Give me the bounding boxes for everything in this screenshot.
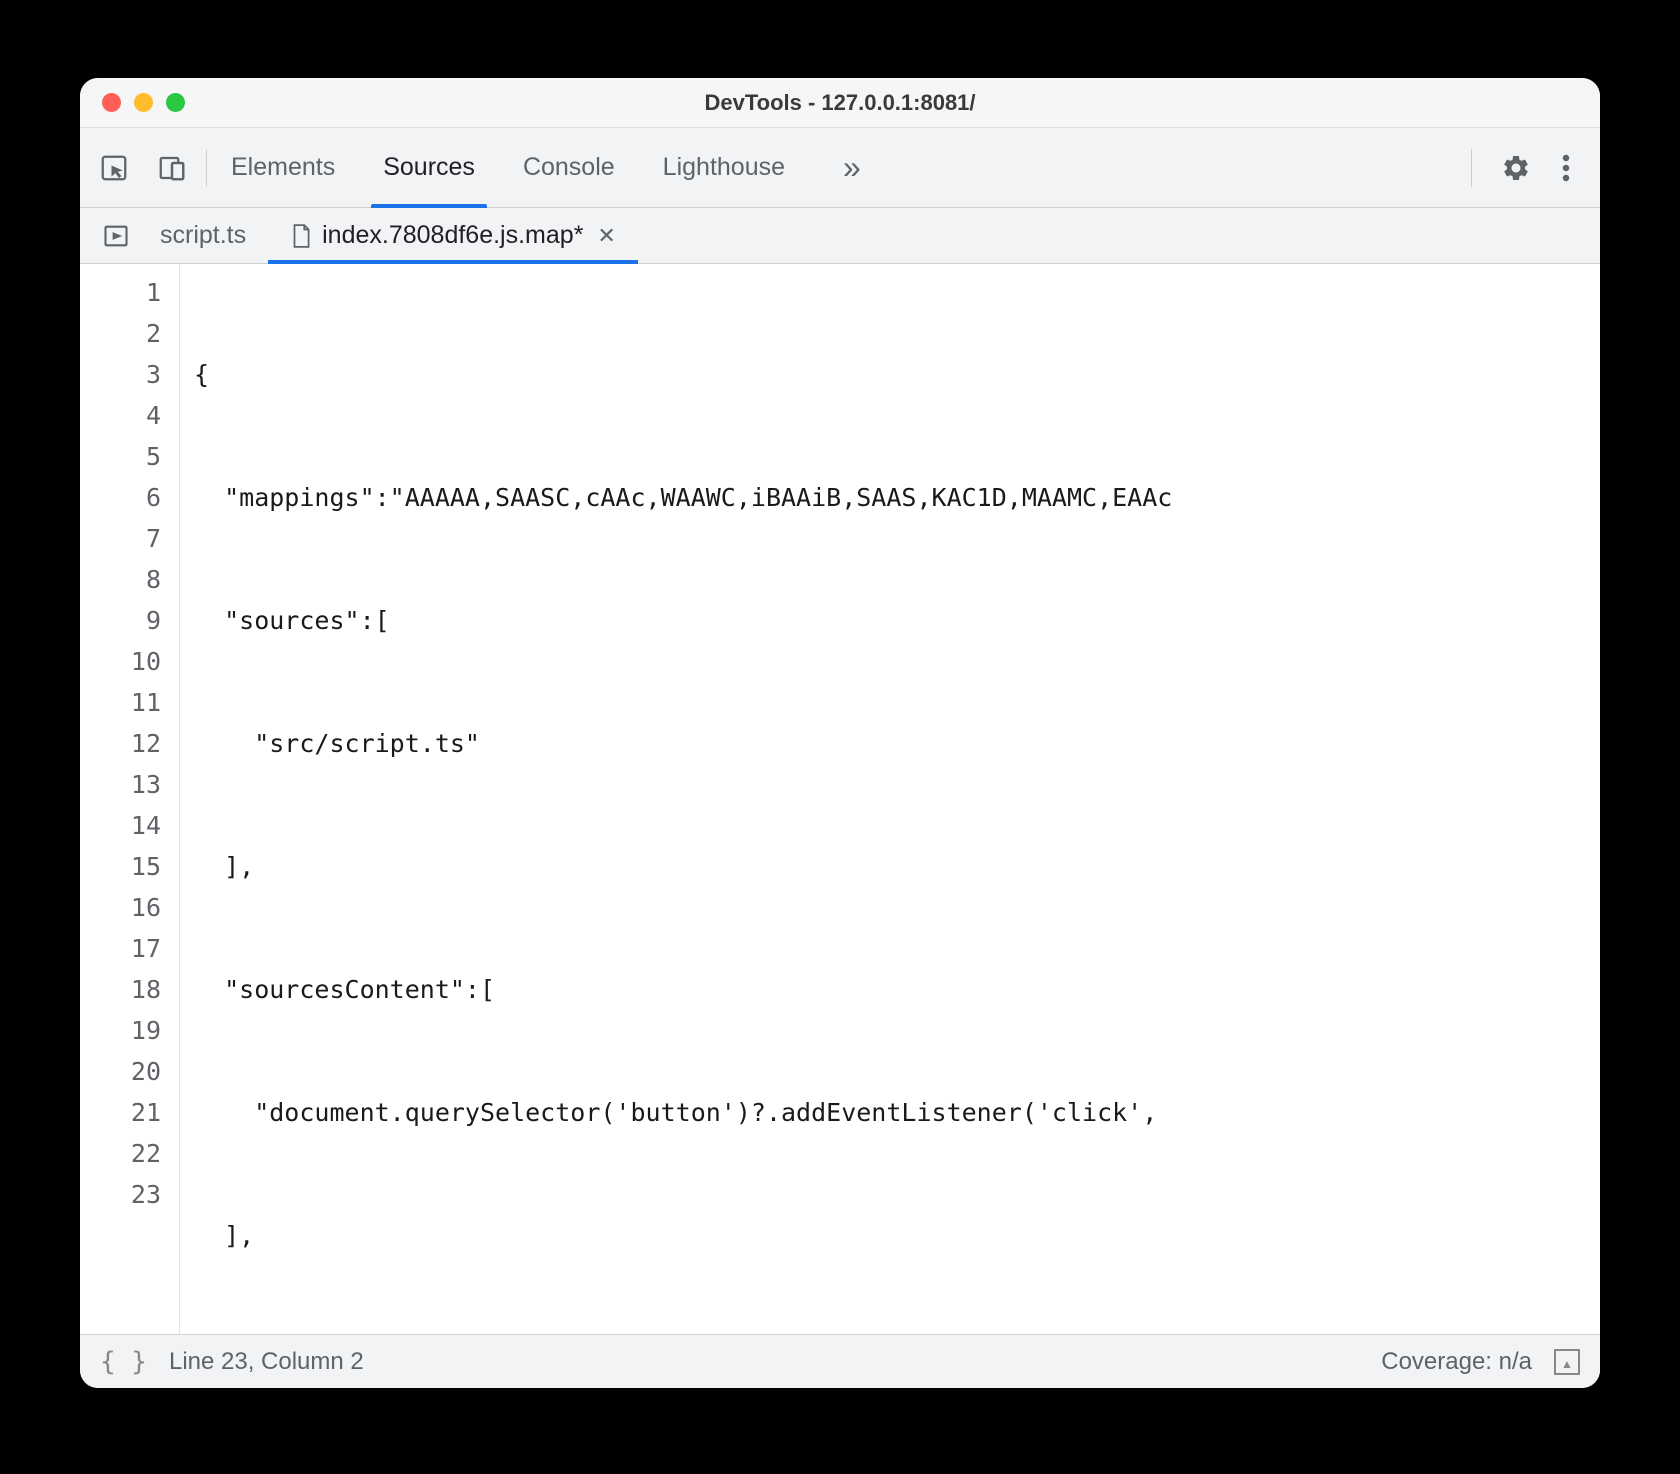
code-line: "document.querySelector('button')?.addEv… — [194, 1092, 1600, 1133]
minimize-window-button[interactable] — [134, 93, 153, 112]
main-toolbar: Elements Sources Console Lighthouse » — [80, 128, 1600, 208]
tab-console[interactable]: Console — [523, 128, 615, 207]
pretty-print-icon[interactable]: { } — [100, 1347, 147, 1377]
device-toolbar-icon[interactable] — [152, 148, 192, 188]
devtools-window: DevTools - 127.0.0.1:8081/ Elements Sour… — [80, 78, 1600, 1388]
code-line: "sourcesContent":[ — [194, 969, 1600, 1010]
code-line: "src/script.ts" — [194, 723, 1600, 764]
tab-lighthouse[interactable]: Lighthouse — [663, 128, 785, 207]
toolbar-left — [94, 148, 192, 188]
toolbar-right — [1457, 148, 1586, 188]
code-line: ], — [194, 1215, 1600, 1256]
titlebar: DevTools - 127.0.0.1:8081/ — [80, 78, 1600, 128]
file-tabs: script.ts index.7808df6e.js.map* ✕ — [80, 208, 1600, 264]
show-drawer-icon[interactable] — [1554, 1349, 1580, 1375]
tab-elements[interactable]: Elements — [231, 128, 335, 207]
coverage-status: Coverage: n/a — [1381, 1348, 1532, 1376]
file-tab-label: script.ts — [160, 221, 246, 250]
file-icon — [290, 223, 312, 249]
window-title: DevTools - 127.0.0.1:8081/ — [704, 90, 975, 116]
tab-sources[interactable]: Sources — [383, 128, 475, 207]
code-line: "mappings":"AAAAA,SAASC,cAAc,WAAWC,iBAAi… — [194, 477, 1600, 518]
code-editor[interactable]: 1 2 3 4 5 6 7 8 9 10 11 12 13 14 15 16 1… — [80, 264, 1600, 1334]
code-content[interactable]: { "mappings":"AAAAA,SAASC,cAAc,WAAWC,iBA… — [180, 264, 1600, 1334]
close-window-button[interactable] — [102, 93, 121, 112]
code-line: { — [194, 354, 1600, 395]
cursor-position: Line 23, Column 2 — [169, 1348, 364, 1376]
file-tab-label: index.7808df6e.js.map* — [322, 221, 583, 250]
traffic-lights — [80, 93, 185, 112]
code-line: "sources":[ — [194, 600, 1600, 641]
main-tabs: Elements Sources Console Lighthouse » — [231, 128, 871, 207]
inspect-element-icon[interactable] — [94, 148, 134, 188]
line-gutter: 1 2 3 4 5 6 7 8 9 10 11 12 13 14 15 16 1… — [80, 264, 180, 1334]
file-tab-sourcemap[interactable]: index.7808df6e.js.map* ✕ — [268, 208, 638, 263]
close-tab-icon[interactable]: ✕ — [593, 223, 615, 249]
code-line: ], — [194, 846, 1600, 887]
toolbar-divider-right — [1471, 149, 1472, 187]
kebab-menu-icon[interactable] — [1546, 148, 1586, 188]
toolbar-divider — [206, 149, 207, 187]
maximize-window-button[interactable] — [166, 93, 185, 112]
navigator-toggle-icon[interactable] — [94, 208, 138, 263]
file-tab-script-ts[interactable]: script.ts — [138, 208, 268, 263]
settings-icon[interactable] — [1496, 148, 1536, 188]
status-bar: { } Line 23, Column 2 Coverage: n/a — [80, 1334, 1600, 1388]
more-tabs-icon[interactable]: » — [833, 149, 871, 186]
